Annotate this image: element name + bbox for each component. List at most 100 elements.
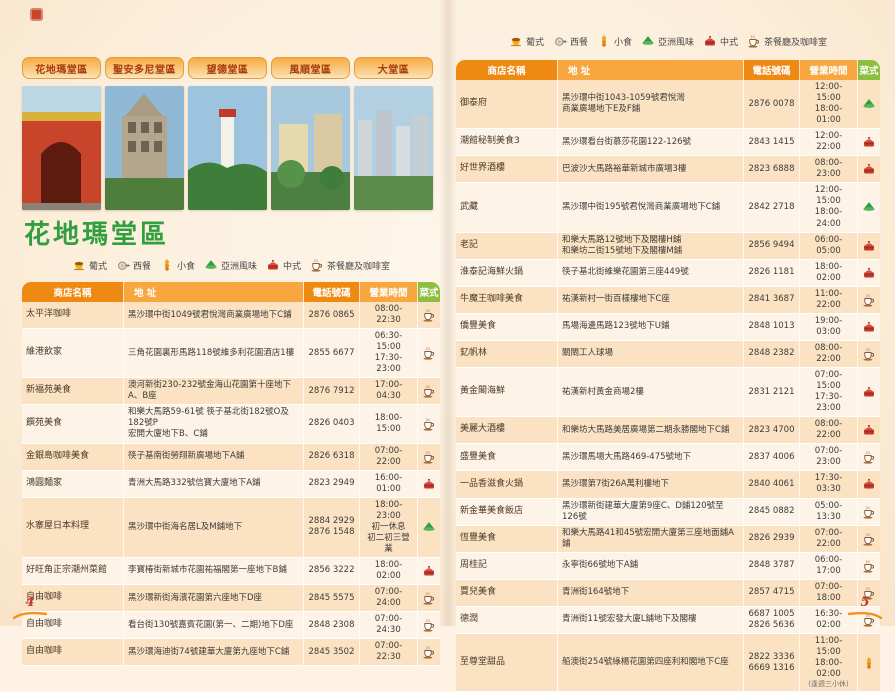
- chinese-icon: [862, 320, 876, 334]
- legend-item-chinese: 中式: [266, 258, 301, 272]
- phone-cell: 2840 4061: [744, 471, 800, 497]
- phone-cell: 2823 4700: [744, 417, 800, 443]
- address-cell: 三角花園裏形馬路118號維多利花園酒店1樓: [124, 329, 304, 377]
- cuisine-cell: [858, 183, 880, 231]
- table-row: 牛魔王咖啡美食祐漢新村一街百樣樓地下C座2841 368711:00-22:00: [456, 287, 880, 314]
- hours-cell: 06:00-17:00: [800, 553, 858, 579]
- address-cell: 馬場海邊馬路123號地下U鋪: [558, 314, 744, 340]
- address-cell: 祐漢新村黃金商場2樓: [558, 368, 744, 416]
- table-row: 維港飲家三角花園裏形馬路118號維多利花園酒店1樓2855 667706:30-…: [22, 329, 440, 378]
- legend-label: 中式: [283, 259, 301, 272]
- coffee-icon: [862, 347, 876, 361]
- legend-label: 小食: [614, 35, 632, 48]
- phone-cell: 2845 3502: [304, 639, 360, 665]
- address-cell: 和樂大馬路41和45號宏開大廈第三座地面鋪A鋪: [558, 526, 744, 552]
- cuisine-legend-right: 葡式西餐小食亞洲風味中式茶餐廳及咖啡室: [456, 34, 880, 48]
- hours-cell: 12:00-22:00: [800, 129, 858, 155]
- brand-stamp-icon: [30, 8, 43, 21]
- address-cell: 黑沙環海迪街74號建華大廈第九座地下C鋪: [124, 639, 304, 665]
- header-address: 地 址: [124, 282, 304, 302]
- address-cell: 黑沙環中街195號君悅灣商業廣場地下C鋪: [558, 183, 744, 231]
- coffee-icon: [862, 505, 876, 519]
- tab-st-lazarus-district[interactable]: 望德堂區: [188, 57, 267, 79]
- page-right: 葡式西餐小食亞洲風味中式茶餐廳及咖啡室 商店名稱 地 址 電話號碼 營業時間 菜…: [448, 0, 895, 626]
- hours-cell: 18:00-02:00: [800, 260, 858, 286]
- table-row: 周桂記永寧街66號地下A鋪2848 378706:00-17:00: [456, 553, 880, 580]
- cuisine-cell: [858, 471, 880, 497]
- shop-name-cell: 牛魔王咖啡美食: [456, 287, 558, 313]
- chinese-icon: [862, 477, 876, 491]
- table-row: 老記和樂大馬路12號地下及閣樓H鋪和樂坊二街15號地下及閣樓M鋪2856 949…: [456, 233, 880, 260]
- hours-cell: 07:00-22:30: [360, 639, 418, 665]
- snack-icon: [160, 258, 174, 272]
- coffee-icon: [862, 293, 876, 307]
- cuisine-cell: [858, 526, 880, 552]
- phone-cell: 2857 4715: [744, 580, 800, 606]
- cuisine-cell: [858, 417, 880, 443]
- legend-item-asian: 亞洲風味: [641, 34, 694, 48]
- address-cell: 黑沙環第7街26A萬利樓地下: [558, 471, 744, 497]
- tab-fatima-district[interactable]: 花地瑪堂區: [22, 57, 101, 79]
- legend-label: 亞洲風味: [221, 259, 257, 272]
- asian-icon: [204, 258, 218, 272]
- hours-cell: 18:00-02:00: [360, 558, 418, 584]
- table-body: 太平洋咖啡黑沙環中街1049號君悅灣商業廣場地下C鋪2876 086508:00…: [22, 302, 440, 666]
- shop-name-cell: 恆豐美食: [456, 526, 558, 552]
- page-number-left: 4: [12, 595, 48, 620]
- shop-name-cell: 饌苑美食: [22, 405, 124, 442]
- hours-cell: 07:00-22:00: [360, 444, 418, 470]
- table-row: 黃金閣海鮮祐漢新村黃金商場2樓2831 212107:00-15:0017:30…: [456, 368, 880, 417]
- table-row: 盛豐美食黑沙環馬場大馬路469-475號地下2837 400607:00-23:…: [456, 444, 880, 471]
- address-cell: 筷子基北街維樂花園第三座449號: [558, 260, 744, 286]
- phone-cell: 2843 1415: [744, 129, 800, 155]
- legend-item-western: 西餐: [116, 258, 151, 272]
- address-cell: 青洲街164號地下: [558, 580, 744, 606]
- tab-st-anthony-district[interactable]: 聖安多尼堂區: [105, 57, 184, 79]
- shop-name-cell: 老記: [456, 233, 558, 259]
- hours-cell: 17:00-04:30: [360, 378, 418, 404]
- cuisine-cell: [418, 558, 440, 584]
- hours-cell: 12:00-15:0018:00-01:00: [800, 80, 858, 128]
- table-row: 自由咖啡黑沙環新街海濱花園第六座地下D座2845 557507:00-24:00: [22, 585, 440, 612]
- phone-cell: 2876 0865: [304, 302, 360, 328]
- legend-label: 中式: [720, 35, 738, 48]
- district-photos: [22, 86, 433, 210]
- legend-label: 西餐: [133, 259, 151, 272]
- cuisine-cell: [858, 341, 880, 367]
- phone-cell: 2823 2949: [304, 471, 360, 497]
- section-title: 花地瑪堂區: [24, 214, 169, 251]
- coffee-icon: [747, 34, 761, 48]
- legend-label: 茶餐廳及咖啡室: [764, 35, 827, 48]
- address-cell: 黑沙環看台街慕莎花園122-126號: [558, 129, 744, 155]
- hours-cell: 07:00-15:0017:30-23:00: [800, 368, 858, 416]
- hours-cell: 07:00-24:00: [360, 585, 418, 611]
- phone-cell: 2826 1181: [744, 260, 800, 286]
- hours-cell: 05:00-13:30: [800, 499, 858, 525]
- hours-cell: 07:00-22:00: [800, 526, 858, 552]
- cuisine-cell: [858, 260, 880, 286]
- table-row: 自由咖啡黑沙環海迪街74號建華大廈第九座地下C鋪2845 350207:00-2…: [22, 639, 440, 666]
- shop-name-cell: 淮泰記海鮮火鍋: [456, 260, 558, 286]
- tab-st-lawrence-district[interactable]: 風順堂區: [271, 57, 350, 79]
- shop-name-cell: 潮館秘制美食3: [456, 129, 558, 155]
- shop-name-cell: 好旺角正宗潮州菜館: [22, 558, 124, 584]
- cuisine-cell: [418, 405, 440, 442]
- cuisine-cell: [858, 233, 880, 259]
- cuisine-cell: [858, 368, 880, 416]
- snack-icon: [862, 656, 876, 670]
- cuisine-cell: [858, 634, 880, 691]
- shop-name-cell: 周桂記: [456, 553, 558, 579]
- phone-cell: 2848 2382: [744, 341, 800, 367]
- table-row: 釔帆林關閘工人球場2848 238208:00-22:00: [456, 341, 880, 368]
- phone-cell: 2826 0403: [304, 405, 360, 442]
- phone-cell: 2855 6677: [304, 329, 360, 377]
- western-icon: [553, 34, 567, 48]
- cuisine-cell: [418, 585, 440, 611]
- hours-cell: 08:00-22:30: [360, 302, 418, 328]
- table-header: 商店名稱 地 址 電話號碼 營業時間 菜式: [456, 60, 880, 80]
- tab-cathedral-district[interactable]: 大堂區: [354, 57, 433, 79]
- photo-guia-lighthouse: [188, 86, 267, 210]
- address-cell: 巴波沙大馬路裕華新城市廣場3樓: [558, 156, 744, 182]
- hours-cell: 06:00-05:00: [800, 233, 858, 259]
- shop-name-cell: 好世界酒樓: [456, 156, 558, 182]
